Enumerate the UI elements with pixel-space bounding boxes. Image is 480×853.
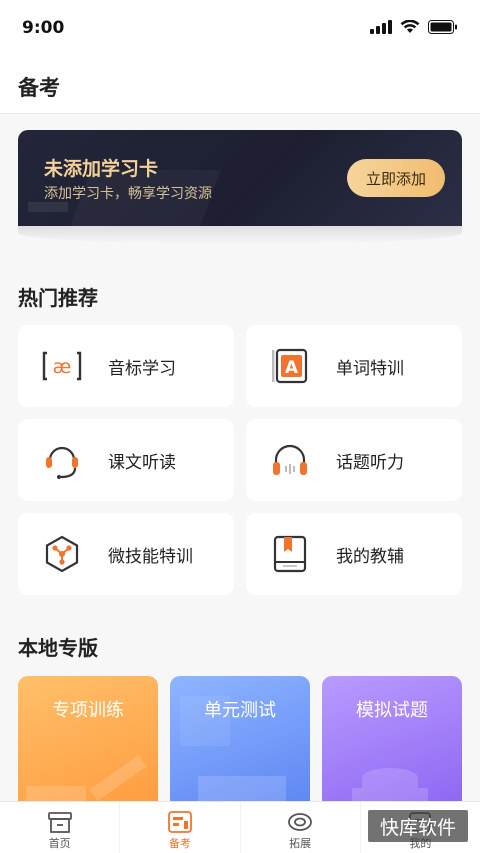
local-section-title: 本地专版 [18, 636, 98, 660]
tab-expand[interactable]: 拓展 [239, 802, 360, 853]
svg-text:æ: æ [53, 356, 72, 378]
tile-mock-exam[interactable]: 模拟试题 [322, 676, 462, 816]
tile-label: 模拟试题 [356, 700, 428, 721]
exam-prep-icon [167, 811, 192, 833]
home-icon [47, 812, 72, 833]
tab-home[interactable]: 首页 [0, 802, 119, 853]
battery-icon [428, 20, 457, 34]
hot-item-label: 单词特训 [336, 359, 404, 379]
banner-subtitle: 添加学习卡，畅享学习资源 [44, 186, 212, 202]
tile-decoration [362, 768, 418, 788]
hot-item-my-materials[interactable]: 我的教辅 [246, 513, 462, 595]
tile-label: 单元测试 [204, 700, 276, 721]
status-time: 9:00 [22, 18, 65, 38]
tile-label: 专项训练 [52, 700, 124, 721]
hot-item-phonetics[interactable]: æ 音标学习 [18, 325, 234, 407]
status-icons [370, 20, 458, 34]
tab-exam-prep[interactable]: 备考 [119, 802, 239, 853]
headphones-icon [273, 444, 307, 475]
study-card-banner[interactable]: 未添加学习卡 添加学习卡，畅享学习资源 立即添加 [18, 130, 462, 226]
watermark: 快库软件 [368, 810, 468, 842]
signal-icon [370, 20, 392, 34]
wifi-icon [400, 20, 420, 33]
book-icon [273, 535, 307, 573]
hot-item-words[interactable]: A 单词特训 [246, 325, 462, 407]
hot-item-text-listening[interactable]: 课文听读 [18, 419, 234, 501]
status-bar: 9:00 [0, 0, 480, 56]
tab-label: 首页 [48, 837, 71, 850]
hot-item-label: 音标学习 [108, 359, 176, 379]
svg-text:A: A [285, 358, 299, 378]
tile-unit-test[interactable]: 单元测试 [170, 676, 310, 816]
banner-title: 未添加学习卡 [44, 158, 159, 180]
tile-decoration [89, 755, 147, 801]
tab-label: 备考 [168, 837, 191, 850]
hexagon-skill-icon [45, 535, 79, 573]
hot-item-label: 话题听力 [336, 453, 404, 473]
page-title: 备考 [18, 76, 60, 100]
hot-item-micro-skills[interactable]: 微技能特训 [18, 513, 234, 595]
hot-item-label: 我的教辅 [336, 547, 404, 567]
hot-item-topic-listening[interactable]: 话题听力 [246, 419, 462, 501]
screen: 9:00 备考 未添加学习卡 添加学习卡，畅享学习资源 立即添加 热门推荐 æ … [0, 0, 480, 853]
word-card-icon: A [272, 348, 308, 384]
banner-decoration-bar [28, 202, 68, 212]
header: 备考 [0, 56, 480, 114]
add-now-button[interactable]: 立即添加 [347, 159, 445, 197]
expand-icon [288, 813, 313, 831]
tab-label: 拓展 [289, 837, 312, 850]
hot-section-title: 热门推荐 [18, 286, 98, 310]
headset-mic-icon [46, 446, 78, 479]
hot-item-label: 课文听读 [108, 453, 176, 473]
phonetic-icon: æ [42, 351, 82, 381]
tile-special-training[interactable]: 专项训练 [18, 676, 158, 816]
hot-item-label: 微技能特训 [108, 547, 193, 567]
